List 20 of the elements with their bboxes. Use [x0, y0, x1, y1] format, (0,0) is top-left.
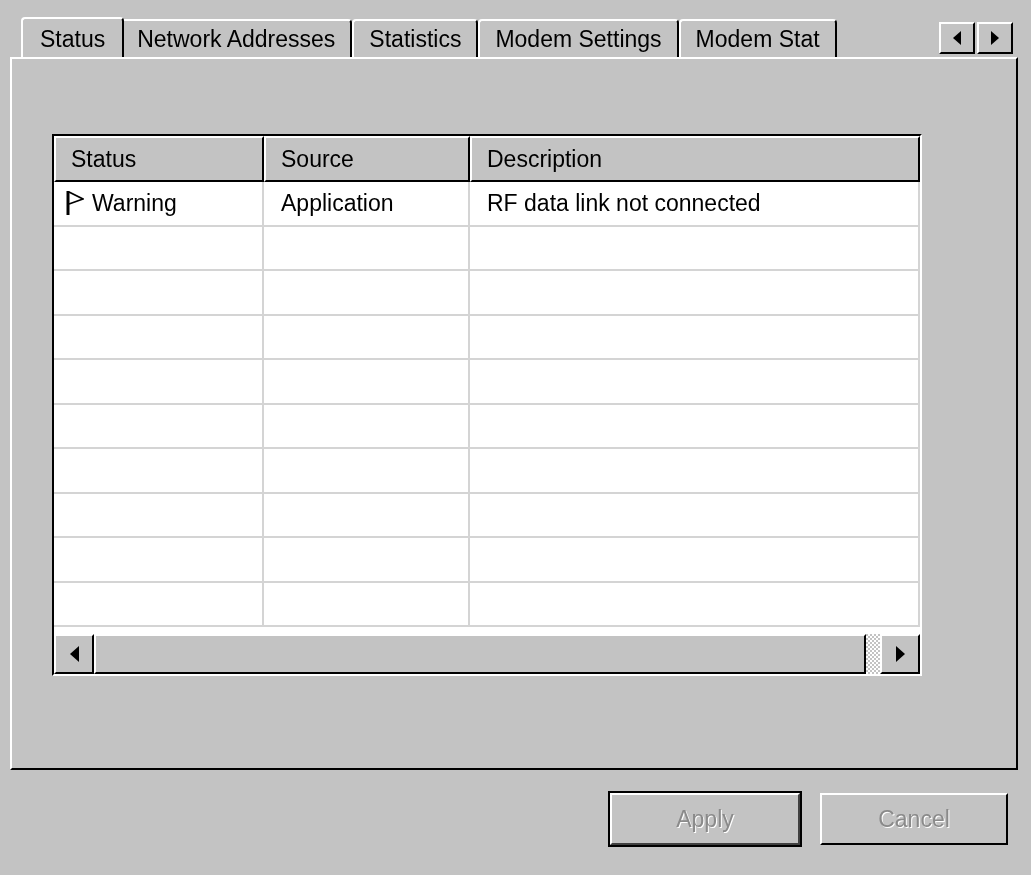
- scroll-right-button[interactable]: [880, 634, 920, 674]
- scroll-left-button[interactable]: [939, 22, 975, 54]
- left-arrow-icon: [953, 31, 961, 45]
- tab[interactable]: Modem Stat: [678, 19, 837, 57]
- table-cell: RF data link not connected: [487, 189, 761, 217]
- scroll-left-button[interactable]: [54, 634, 94, 674]
- column-header[interactable]: Description: [470, 136, 920, 182]
- scroll-right-button[interactable]: [977, 22, 1013, 54]
- scrollbar-track[interactable]: [866, 634, 880, 674]
- tab[interactable]: Status: [21, 17, 125, 57]
- column-header[interactable]: Source: [264, 136, 470, 182]
- table-cell: Warning: [92, 189, 177, 217]
- tab[interactable]: Statistics: [352, 19, 479, 57]
- left-arrow-icon: [69, 646, 79, 662]
- flag-icon: [66, 190, 84, 217]
- right-arrow-icon: [991, 31, 999, 45]
- right-arrow-icon: [895, 646, 905, 662]
- table-cell: Application: [281, 189, 394, 217]
- tab[interactable]: Modem Settings: [478, 19, 679, 57]
- column-header[interactable]: Status: [54, 136, 264, 182]
